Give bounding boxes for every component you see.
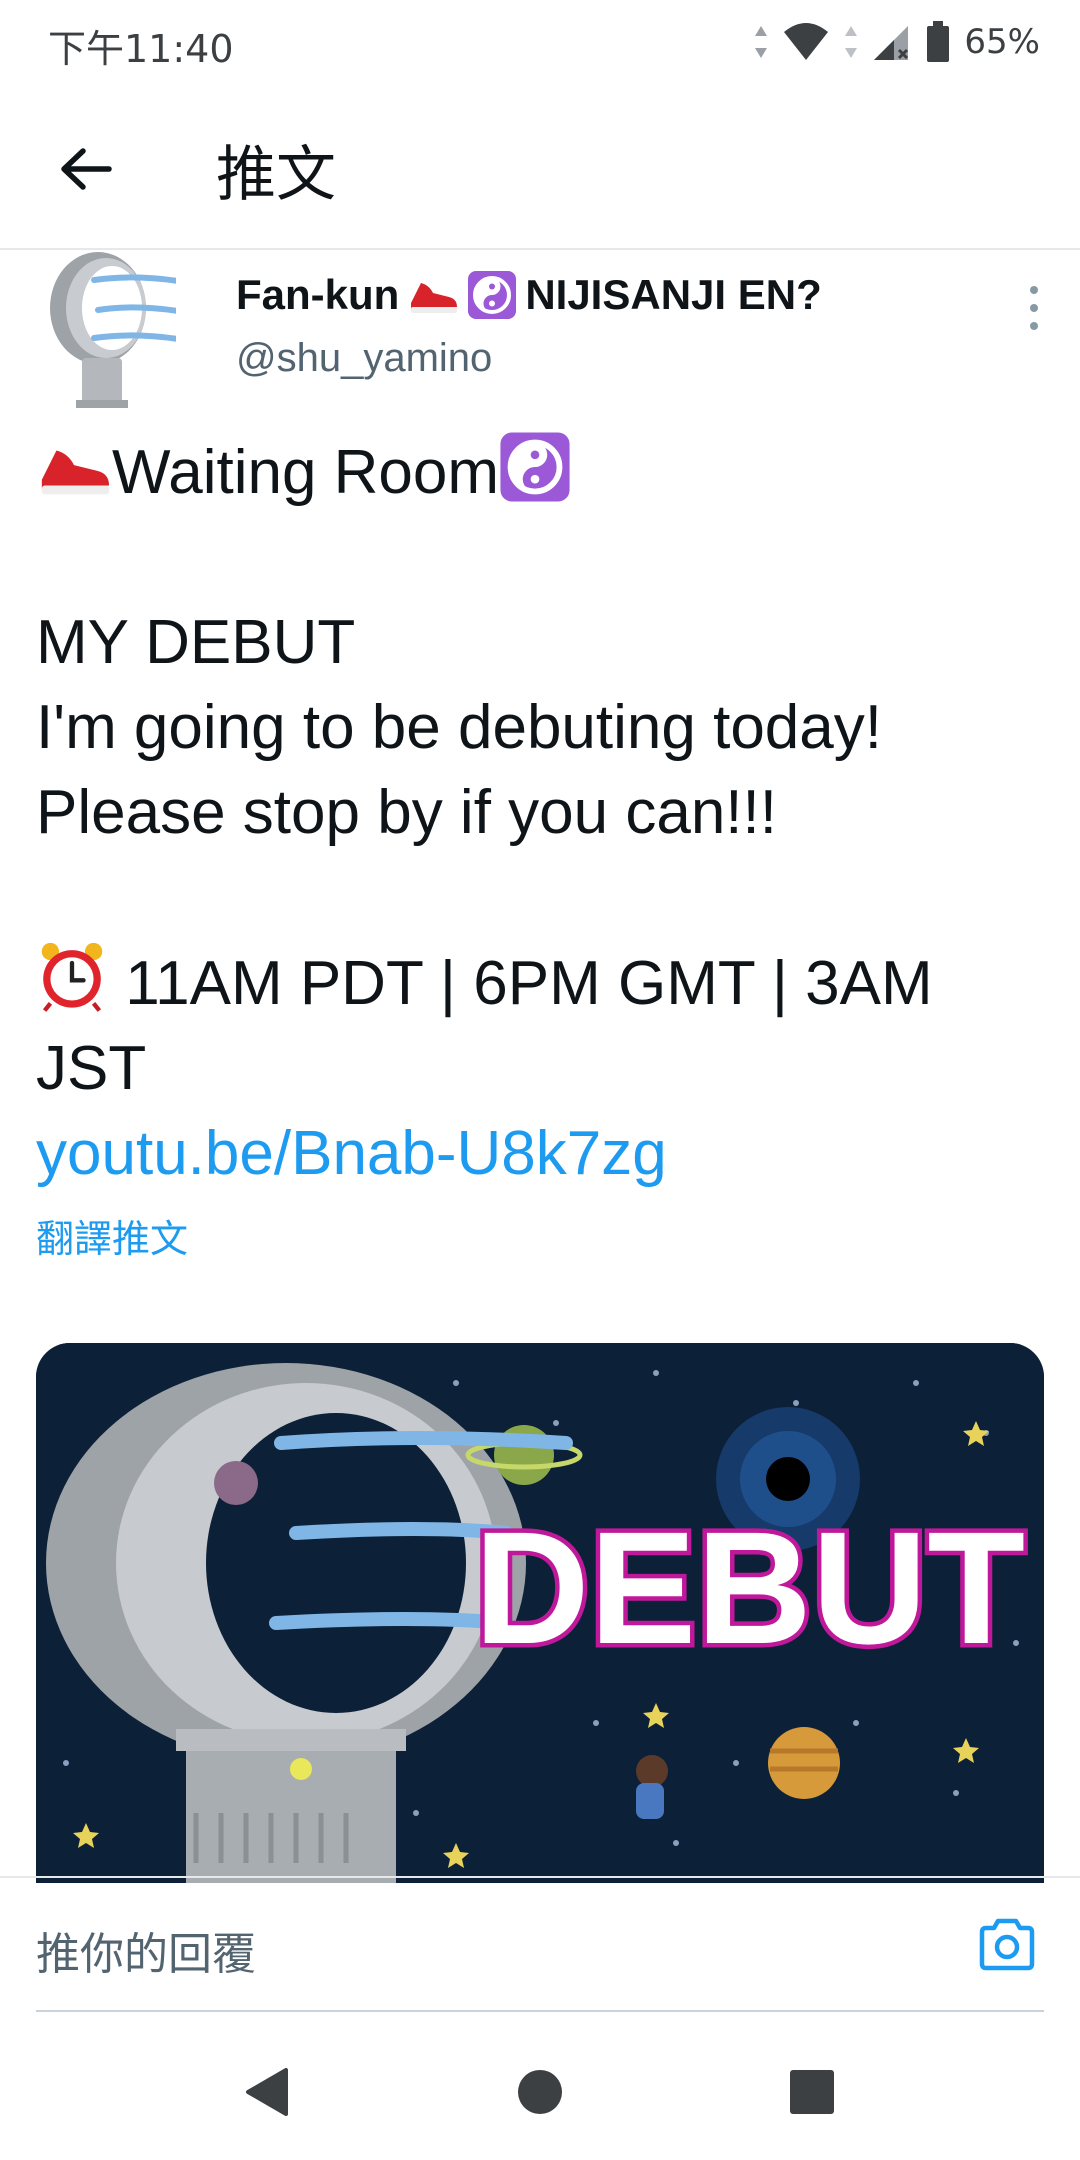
tweet-time-text: 11AM PDT | 6PM GMT | 3AM xyxy=(125,949,933,1018)
status-time: 下午11:40 xyxy=(48,27,234,71)
yin-yang-emoji-icon xyxy=(468,271,517,319)
arrow-left-icon xyxy=(61,148,112,190)
sneaker-emoji-icon xyxy=(411,283,458,313)
display-name: Fan-kun xyxy=(236,271,400,318)
tweet-line-today: I'm going to be debuting today! xyxy=(36,693,882,762)
nav-recents-button[interactable] xyxy=(782,2062,842,2122)
reply-bar: 推你的回覆 xyxy=(0,1876,1080,2012)
battery-icon xyxy=(927,21,950,62)
page-title: 推文 xyxy=(216,140,336,210)
media-debut-text: DEBUT xyxy=(474,1498,1025,1677)
tweet-media-image[interactable]: DEBUT xyxy=(36,1343,1044,1883)
avatar[interactable] xyxy=(36,250,187,410)
nav-recents-icon xyxy=(790,2070,834,2114)
wifi-icon xyxy=(784,23,829,60)
debut-banner-image: DEBUT xyxy=(36,1343,1044,1883)
back-button[interactable] xyxy=(50,134,120,204)
signal-icon xyxy=(874,26,909,60)
nav-back-icon xyxy=(246,2068,288,2116)
battery-percent: 65% xyxy=(964,22,1040,62)
status-bar: 下午11:40 65% xyxy=(0,0,1080,84)
camera-icon xyxy=(979,1918,1035,1971)
tweet-title-text: Waiting Room xyxy=(112,438,500,507)
sneaker-emoji-icon xyxy=(41,450,110,495)
tweet-line-jst: JST xyxy=(36,1034,147,1103)
data-arrows-icon-2 xyxy=(845,26,858,58)
top-app-bar: 推文 xyxy=(0,84,1080,250)
data-arrows-icon xyxy=(755,26,768,58)
nav-back-button[interactable] xyxy=(238,2062,298,2122)
tweet-line-debut: MY DEBUT xyxy=(36,608,356,677)
youtube-link[interactable]: youtu.be/Bnab-U8k7zg xyxy=(36,1111,1046,1196)
translate-tweet-link[interactable]: 翻譯推文 xyxy=(36,1208,188,1263)
tweet-line-stop: Please stop by if you can!!! xyxy=(36,778,777,847)
tweet-line-time: 11AM PDT | 6PM GMT | 3AM xyxy=(36,940,1046,1026)
tweet-line-title: Waiting Room xyxy=(36,430,1046,515)
yin-yang-emoji-icon xyxy=(500,432,570,502)
more-vertical-icon xyxy=(1030,286,1038,330)
alarm-clock-emoji-icon xyxy=(41,942,103,1012)
fan-avatar-image xyxy=(50,252,187,408)
tweet-text: Waiting Room MY DEBUT I'm going to be de… xyxy=(36,430,1046,1196)
camera-button[interactable] xyxy=(976,1914,1038,1976)
display-name-suffix: NIJISANJI EN? xyxy=(525,271,822,318)
user-handle[interactable]: @shu_yamino xyxy=(236,336,492,381)
nav-home-icon xyxy=(518,2070,562,2114)
reply-input[interactable]: 推你的回覆 xyxy=(36,1918,256,1982)
display-name-row[interactable]: Fan-kun NIJISANJI EN? xyxy=(236,270,822,320)
system-nav-bar xyxy=(0,2012,1080,2160)
status-icons: 65% xyxy=(754,18,1040,66)
nav-home-button[interactable] xyxy=(510,2062,570,2122)
more-options-button[interactable] xyxy=(1024,278,1044,338)
